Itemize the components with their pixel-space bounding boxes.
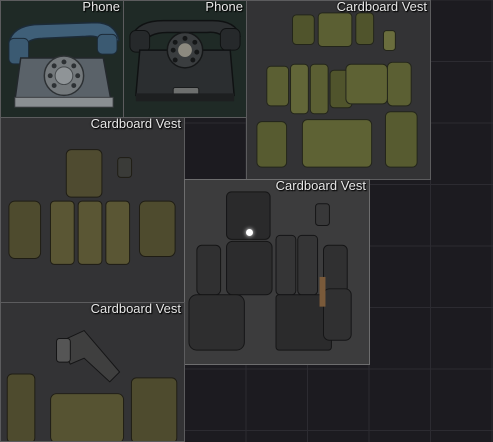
inventory-item-cardboard-vest-1[interactable]: Cardboard Vest	[246, 0, 431, 180]
tactical-vest-icon	[6, 329, 178, 441]
inventory-item-cardboard-vest-2[interactable]: Cardboard Vest	[0, 117, 185, 303]
item-label: Cardboard Vest	[90, 117, 181, 131]
rotary-phone-black-icon	[129, 19, 241, 102]
item-label: Cardboard Vest	[90, 302, 181, 316]
cursor-highlight	[246, 229, 253, 236]
item-label: Phone	[82, 0, 120, 14]
rotary-phone-blue-icon	[8, 21, 120, 108]
item-label: Phone	[205, 0, 243, 14]
item-label: Cardboard Vest	[275, 179, 366, 193]
inventory-grid: Phone Phone Cardboard Vest Cardboard Ves…	[0, 0, 493, 442]
inventory-item-phone-blue[interactable]: Phone	[0, 0, 124, 118]
tactical-vest-icon	[8, 149, 176, 265]
inventory-item-phone-black[interactable]: Phone	[123, 0, 247, 118]
tactical-vest-icon	[256, 12, 418, 168]
item-label: Cardboard Vest	[336, 0, 427, 14]
inventory-item-cardboard-vest-4[interactable]: Cardboard Vest	[0, 302, 185, 442]
inventory-item-cardboard-vest-3[interactable]: Cardboard Vest	[184, 179, 370, 365]
tactical-vest-icon	[188, 191, 352, 351]
